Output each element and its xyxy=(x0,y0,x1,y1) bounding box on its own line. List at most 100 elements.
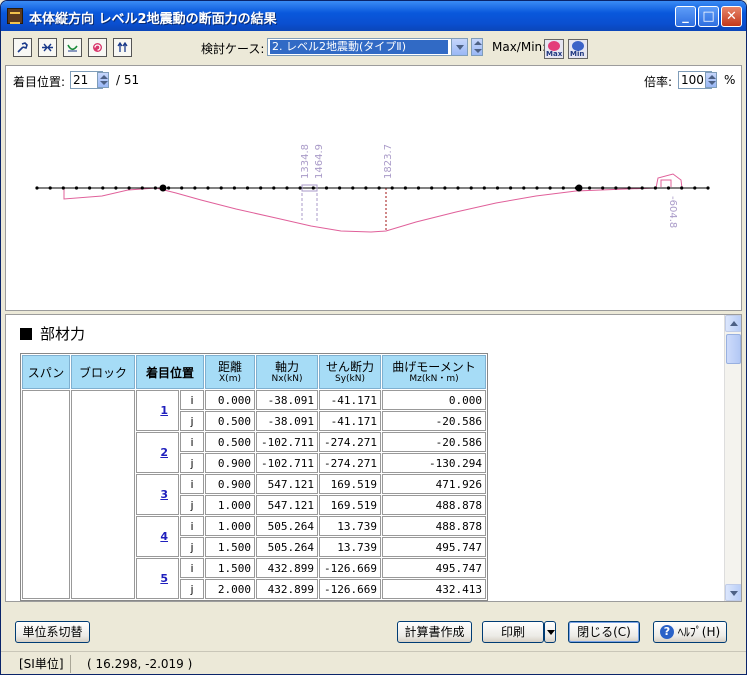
close-button[interactable]: 閉じる(C) xyxy=(568,621,640,643)
beam-node xyxy=(680,186,684,190)
beam-node xyxy=(535,186,539,190)
title-bar: 本体縦方向 レベル2地震動の断面力の結果 _ □ ✕ xyxy=(1,1,746,31)
scroll-thumb[interactable] xyxy=(726,334,741,364)
moment-cell: 495.747 xyxy=(382,537,486,557)
chevron-down-icon[interactable] xyxy=(451,39,467,55)
spin-up-icon xyxy=(474,41,482,45)
support-node-right xyxy=(575,184,583,192)
arrow-up-tool-button[interactable] xyxy=(113,38,132,57)
connect-tool-button[interactable] xyxy=(38,38,57,57)
beam-node xyxy=(351,186,355,190)
report-button[interactable]: 計算書作成 xyxy=(397,621,472,643)
member-link[interactable]: 5 xyxy=(160,572,168,585)
scroll-down-button[interactable] xyxy=(725,584,741,601)
distance-cell: 0.000 xyxy=(205,390,255,410)
max-button[interactable]: Max xyxy=(544,39,564,59)
scroll-up-button[interactable] xyxy=(725,315,741,332)
block-cell xyxy=(71,390,135,599)
col-distance-main: 距離 xyxy=(217,359,242,374)
beam-node xyxy=(180,186,184,190)
span-cell xyxy=(22,390,70,599)
col-moment-unit: Mz(kN・m) xyxy=(409,373,459,384)
case-spin-button[interactable] xyxy=(471,38,483,56)
table-header-row: スパン ブロック 着目位置 距離 X(m) 軸力 Nx(kN) せん断力 Sy(kN)… xyxy=(22,355,486,389)
axial-cell: 432.899 xyxy=(256,558,318,578)
beam-node xyxy=(338,186,342,190)
beam-node xyxy=(495,186,500,190)
window-title: 本体縦方向 レベル2地震動の断面力の結果 xyxy=(29,12,277,27)
col-moment: 曲げモーメント Mz(kN・m) xyxy=(382,355,486,389)
axial-cell: 505.264 xyxy=(256,537,318,557)
member-link[interactable]: 1 xyxy=(160,404,168,417)
maximize-icon: □ xyxy=(702,9,715,24)
moment-cell: -130.294 xyxy=(382,453,486,473)
beam-node xyxy=(35,186,39,190)
beam-node xyxy=(324,186,329,190)
close-icon: ✕ xyxy=(726,9,737,24)
minimize-icon: _ xyxy=(682,9,689,24)
print-button[interactable]: 印刷 xyxy=(482,621,544,643)
max-button-label: Max xyxy=(546,50,563,58)
col-point: 着目位置 xyxy=(136,355,204,389)
beam-node xyxy=(219,186,223,190)
help-button[interactable]: ? ﾍﾙﾌﾟ(H) xyxy=(653,621,727,643)
beam-node xyxy=(693,186,697,190)
vertical-scrollbar[interactable] xyxy=(724,315,741,601)
curve-tool-button[interactable] xyxy=(63,38,82,57)
end-cell: i xyxy=(180,558,204,578)
member-number-cell: 5 xyxy=(136,558,179,599)
maximize-button[interactable]: □ xyxy=(698,6,719,27)
moment-cell: 488.878 xyxy=(382,516,486,536)
beam-node xyxy=(456,186,460,190)
diagram-panel: 着目位置: 21 / 51 倍率: 100 % 1334.8 1464.9 18… xyxy=(5,65,742,311)
beam-node xyxy=(272,186,276,190)
shear-cell: 169.519 xyxy=(319,474,381,494)
arrow-up-icon xyxy=(117,42,128,52)
case-label: 検討ケース: xyxy=(201,42,265,56)
refresh-tool-button[interactable] xyxy=(88,38,107,57)
force-curve xyxy=(37,173,708,233)
case-select[interactable]: 2. レベル2地震動(タイプⅡ) xyxy=(267,38,468,56)
col-distance-unit: X(m) xyxy=(219,373,241,384)
beam-node xyxy=(61,186,65,190)
wrench-tool-button[interactable] xyxy=(13,38,32,57)
beam-node xyxy=(706,186,710,190)
minimize-button[interactable]: _ xyxy=(675,6,696,27)
beam-node xyxy=(469,186,473,190)
close-window-button[interactable]: ✕ xyxy=(721,6,742,27)
status-bar: [SI単位] ( 16.298, -2.019 ) xyxy=(1,651,746,674)
results-panel: 部材力 スパン ブロック 着目位置 距離 X(m) 軸力 Nx(kN) せん断力 Sy… xyxy=(5,314,742,602)
distance-cell: 0.900 xyxy=(205,453,255,473)
beam-node xyxy=(311,186,315,190)
beam-node xyxy=(48,186,52,190)
chevron-up-icon xyxy=(730,321,738,326)
beam-node xyxy=(232,186,236,190)
unit-switch-button[interactable]: 単位系切替 xyxy=(15,621,90,643)
moment-cell: -20.586 xyxy=(382,411,486,431)
beam-node xyxy=(377,186,381,190)
min-button[interactable]: Min xyxy=(568,39,588,59)
caret-down-icon xyxy=(547,630,555,635)
status-unit: [SI単位] xyxy=(13,655,71,673)
force-label-1: 1334.8 xyxy=(300,144,311,179)
member-number-cell: 1 xyxy=(136,390,179,431)
shear-cell: -126.669 xyxy=(319,558,381,578)
case-select-value: 2. レベル2地震動(タイプⅡ) xyxy=(270,40,448,54)
col-shear-unit: Sy(kN) xyxy=(334,373,365,384)
col-shear-main: せん断力 xyxy=(325,359,374,374)
member-link[interactable]: 3 xyxy=(160,488,168,501)
member-link[interactable]: 4 xyxy=(160,530,168,543)
distance-cell: 1.500 xyxy=(205,537,255,557)
distance-cell: 2.000 xyxy=(205,579,255,599)
beam-node xyxy=(101,186,105,190)
beam-node xyxy=(140,186,144,190)
col-axial-main: 軸力 xyxy=(274,359,299,374)
results-table: スパン ブロック 着目位置 距離 X(m) 軸力 Nx(kN) せん断力 Sy(kN)… xyxy=(20,353,488,601)
end-cell: i xyxy=(180,516,204,536)
axial-cell: 547.121 xyxy=(256,495,318,515)
beam-node xyxy=(627,186,631,190)
section-title-text: 部材力 xyxy=(40,325,86,343)
member-link[interactable]: 2 xyxy=(160,446,168,459)
spin-down-icon xyxy=(474,49,482,53)
print-menu-button[interactable] xyxy=(544,621,556,643)
